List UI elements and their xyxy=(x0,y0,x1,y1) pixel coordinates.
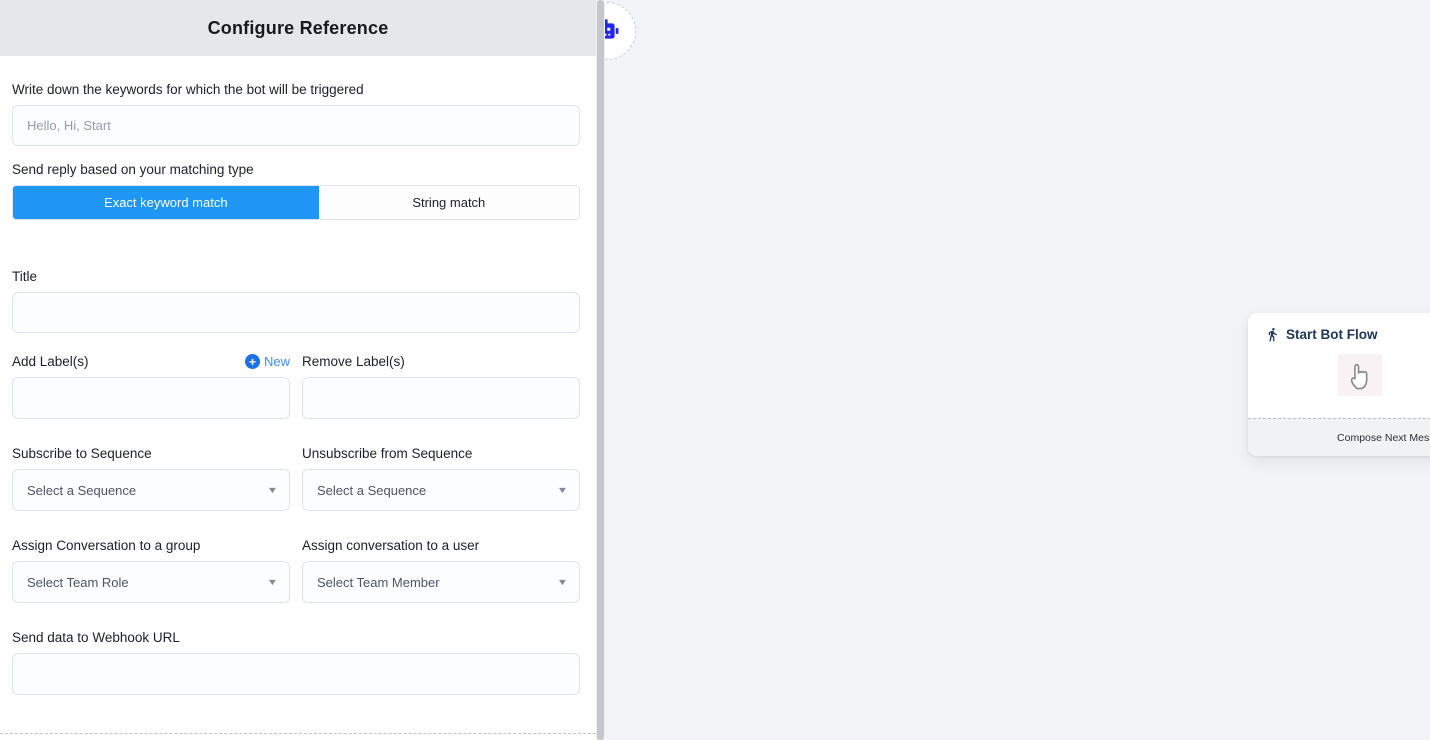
hand-cursor-icon xyxy=(1338,354,1382,396)
scrollbar-thumb[interactable] xyxy=(597,0,604,740)
new-link-text: New xyxy=(264,354,290,369)
start-bot-flow-node[interactable]: Start Bot Flow Compose Next Message xyxy=(1248,313,1430,456)
title-label: Title xyxy=(12,269,580,284)
assign-user-label: Assign conversation to a user xyxy=(302,538,580,553)
subscribe-sequence-value: Select a Sequence xyxy=(27,483,136,498)
unsubscribe-sequence-select[interactable]: Select a Sequence ▼ xyxy=(302,469,580,511)
node-footer: Compose Next Message xyxy=(1248,418,1430,456)
assign-group-label: Assign Conversation to a group xyxy=(12,538,290,553)
panel-bottom-divider xyxy=(0,733,596,734)
assign-group-select[interactable]: Select Team Role ▼ xyxy=(12,561,290,603)
panel-header: Configure Reference xyxy=(0,0,596,56)
assign-user-value: Select Team Member xyxy=(317,575,440,590)
webhook-label: Send data to Webhook URL xyxy=(12,630,580,645)
flow-canvas[interactable]: Start Bot Flow Compose Next Message xyxy=(605,0,1430,740)
panel-scrollbar[interactable] xyxy=(596,0,605,740)
chevron-down-icon: ▼ xyxy=(267,577,279,587)
remove-labels-input[interactable] xyxy=(302,377,580,419)
node-header: Start Bot Flow xyxy=(1248,313,1430,342)
matching-type-toggle: Exact keyword match String match xyxy=(12,185,580,220)
matching-type-label: Send reply based on your matching type xyxy=(12,162,580,177)
plus-icon: + xyxy=(245,354,260,369)
remove-labels-label: Remove Label(s) xyxy=(302,354,405,369)
compose-next-message-label[interactable]: Compose Next Message xyxy=(1337,432,1430,444)
chevron-down-icon: ▼ xyxy=(557,485,569,495)
chevron-down-icon: ▼ xyxy=(557,577,569,587)
walking-person-icon xyxy=(1265,327,1280,342)
keywords-label: Write down the keywords for which the bo… xyxy=(12,82,580,97)
subscribe-sequence-label: Subscribe to Sequence xyxy=(12,446,290,461)
unsubscribe-sequence-value: Select a Sequence xyxy=(317,483,426,498)
add-labels-input[interactable] xyxy=(12,377,290,419)
title-input[interactable] xyxy=(12,292,580,333)
unsubscribe-sequence-label: Unsubscribe from Sequence xyxy=(302,446,580,461)
string-match-option[interactable]: String match xyxy=(319,186,579,219)
add-labels-label: Add Label(s) xyxy=(12,354,89,369)
subscribe-sequence-select[interactable]: Select a Sequence ▼ xyxy=(12,469,290,511)
new-label-link[interactable]: + New xyxy=(245,354,290,369)
exact-keyword-match-option[interactable]: Exact keyword match xyxy=(13,186,319,219)
assign-group-value: Select Team Role xyxy=(27,575,129,590)
webhook-input[interactable] xyxy=(12,653,580,695)
panel-title: Configure Reference xyxy=(208,18,389,39)
node-title: Start Bot Flow xyxy=(1286,327,1378,342)
keywords-input[interactable] xyxy=(12,105,580,146)
assign-user-select[interactable]: Select Team Member ▼ xyxy=(302,561,580,603)
configure-reference-panel: Configure Reference Write down the keywo… xyxy=(0,0,596,740)
chevron-down-icon: ▼ xyxy=(267,485,279,495)
